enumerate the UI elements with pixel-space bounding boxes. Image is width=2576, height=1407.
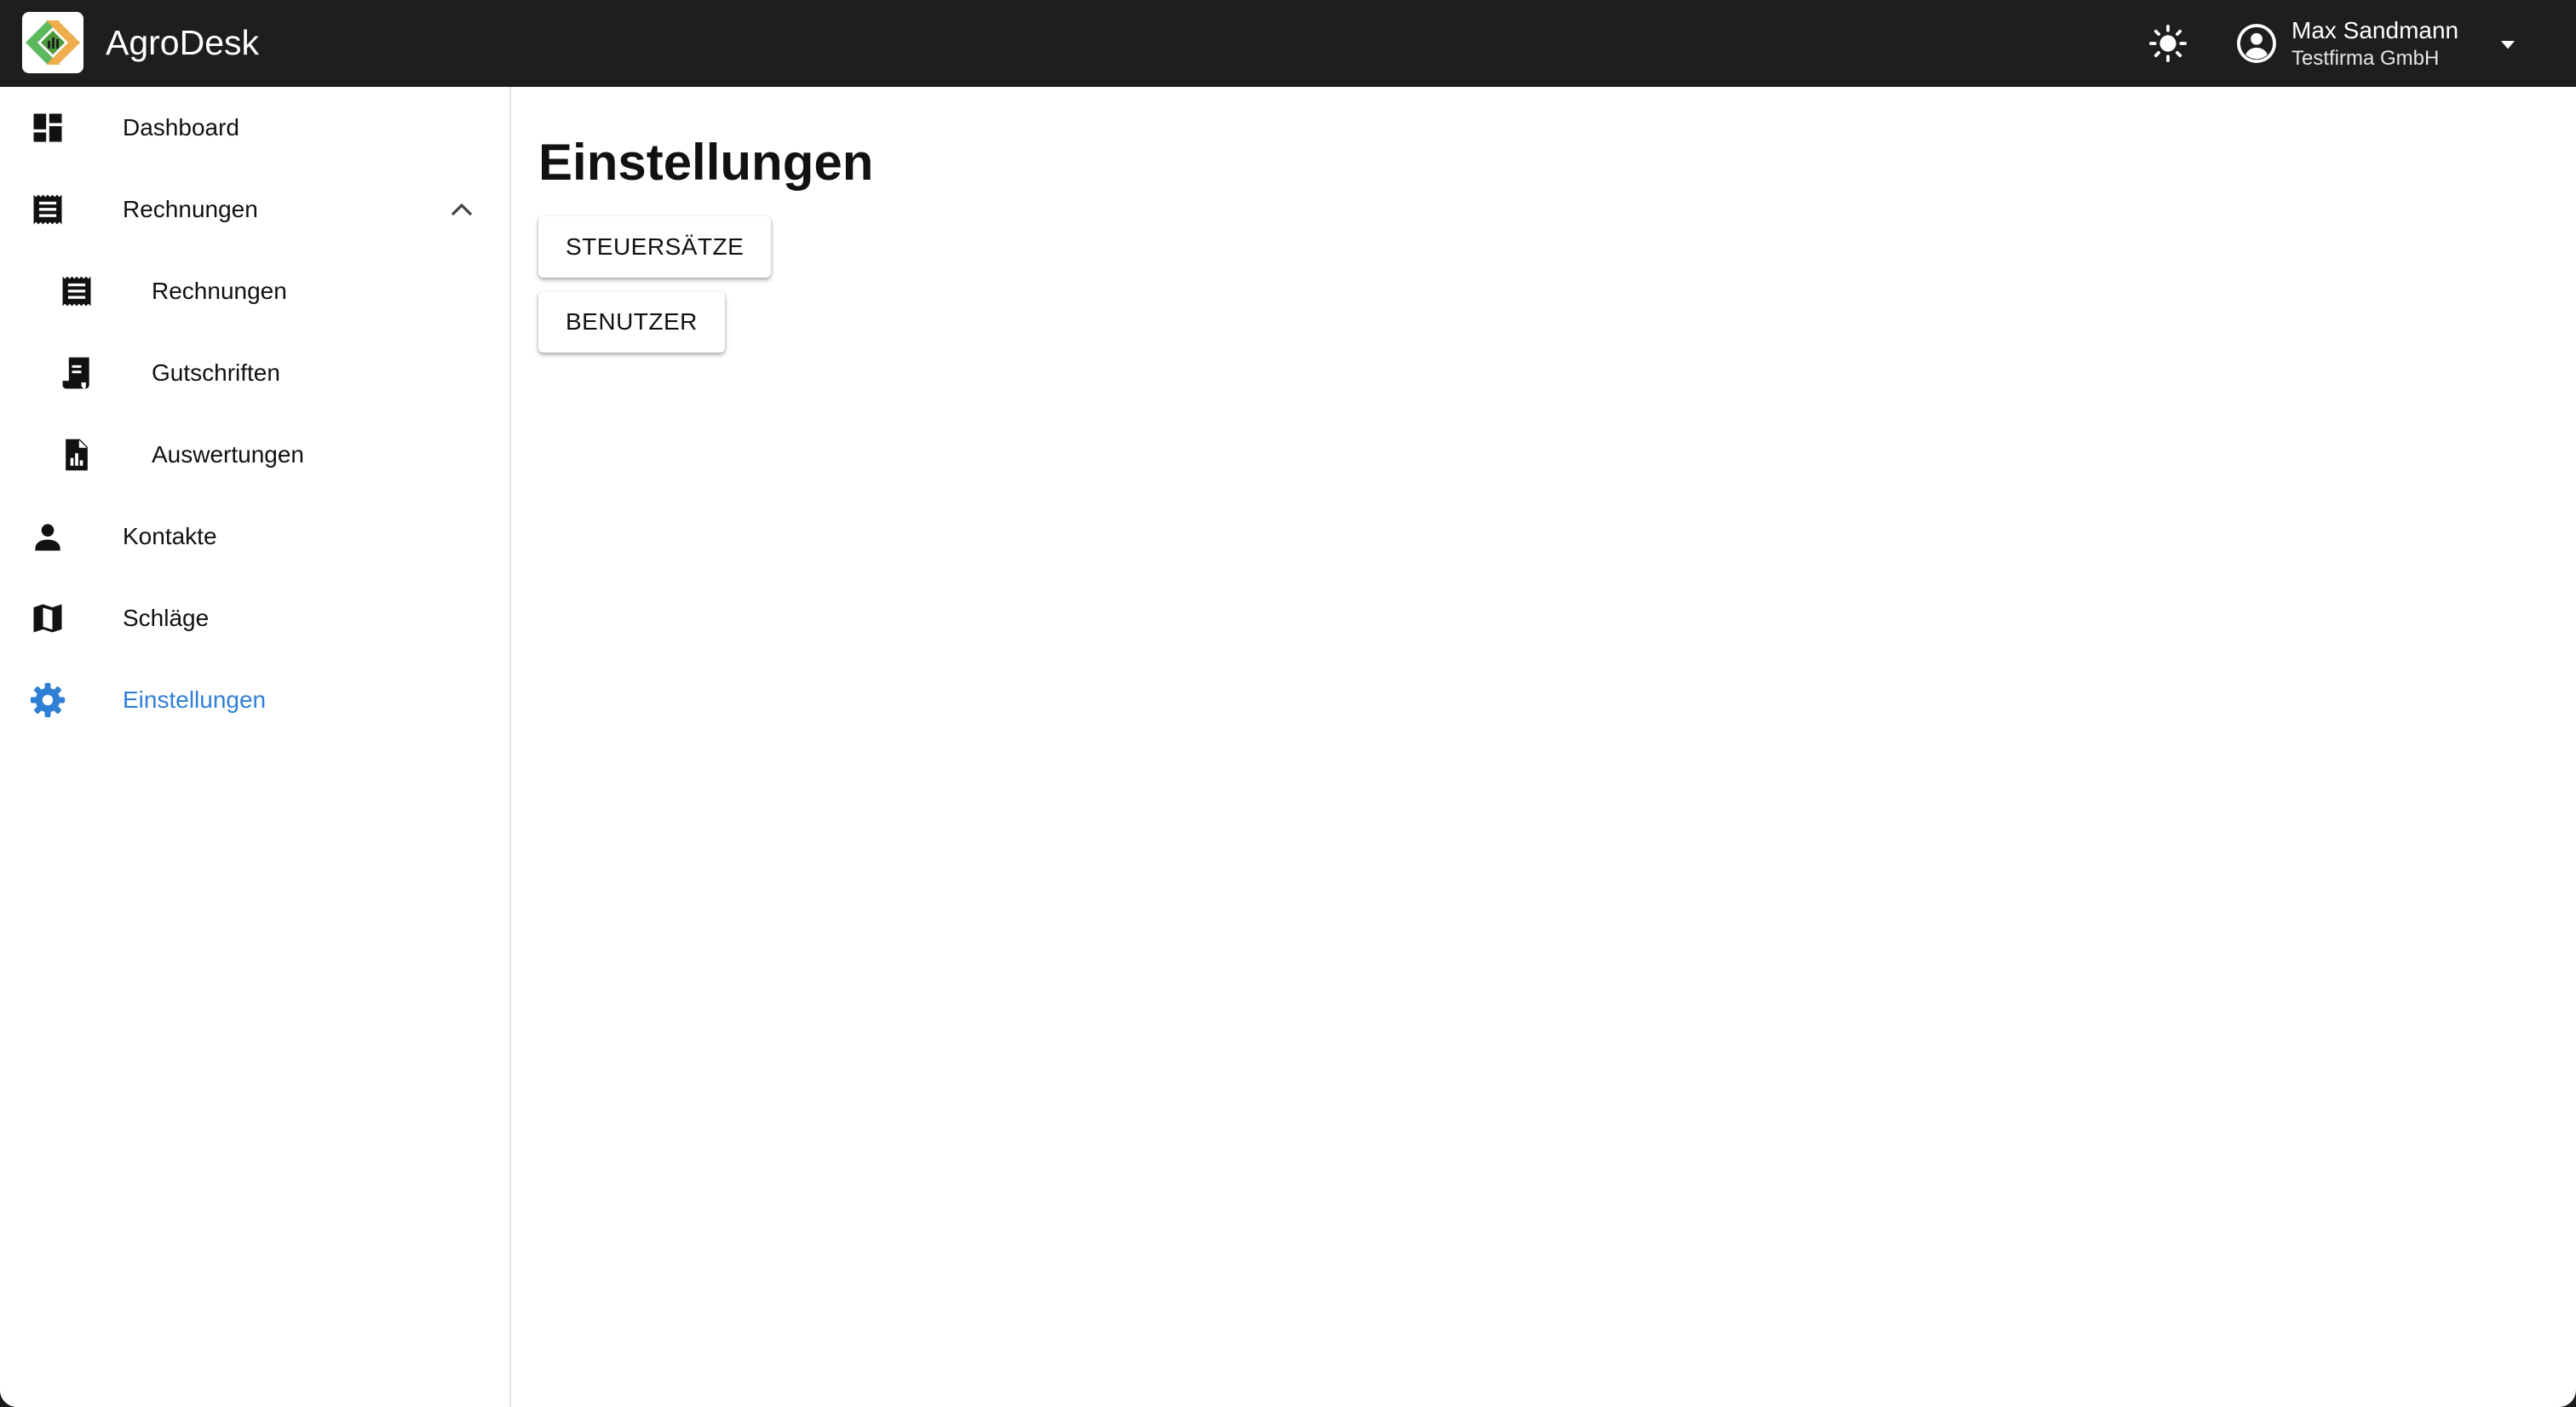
brightness-icon xyxy=(2148,24,2188,63)
report-icon xyxy=(56,434,97,475)
sidebar-item-label: Kontakte xyxy=(123,523,217,549)
sidebar-item-einstellungen[interactable]: Einstellungen xyxy=(0,659,509,741)
sidebar-item-label: Einstellungen xyxy=(123,686,267,713)
app-title: AgroDesk xyxy=(106,23,260,62)
user-name: Max Sandmann xyxy=(2291,17,2459,43)
main-content: Einstellungen STEUERSÄTZE BENUTZER xyxy=(511,87,2576,1407)
sidebar-item-kontakte[interactable]: Kontakte xyxy=(0,496,509,577)
benutzer-button[interactable]: BENUTZER xyxy=(538,291,725,353)
top-bar: AgroDesk Max Sandmann Testfirma GmbH xyxy=(0,0,2576,87)
receipt-icon xyxy=(27,189,68,230)
chevron-up-icon[interactable] xyxy=(445,192,479,227)
account-circle-icon xyxy=(2237,24,2276,63)
sidebar-item-label: Gutschriften xyxy=(152,359,280,386)
page-title: Einstellungen xyxy=(538,134,874,191)
dashboard-icon xyxy=(27,107,68,148)
sidebar: Dashboard Rechnungen Rechnungen Gutschri… xyxy=(0,87,511,1407)
receipt-icon xyxy=(56,271,97,312)
credit-note-icon xyxy=(56,353,97,393)
sidebar-item-dashboard[interactable]: Dashboard xyxy=(0,87,509,169)
agrodesk-logo[interactable] xyxy=(22,12,83,73)
app-window: AgroDesk Max Sandmann Testfirma GmbH Das… xyxy=(0,0,2576,1407)
sidebar-item-label: Dashboard xyxy=(123,114,239,141)
sidebar-item-label: Schläge xyxy=(123,605,210,631)
user-menu[interactable]: Max Sandmann Testfirma GmbH xyxy=(2235,10,2516,77)
sidebar-item-auswertungen[interactable]: Auswertungen xyxy=(0,414,509,496)
gear-icon xyxy=(27,680,68,721)
theme-toggle-button[interactable] xyxy=(2147,22,2189,65)
sidebar-item-label: Auswertungen xyxy=(152,441,305,468)
sidebar-item-gutschriften[interactable]: Gutschriften xyxy=(0,332,509,414)
sidebar-item-rechnungen-group[interactable]: Rechnungen xyxy=(0,169,509,250)
sidebar-item-label: Rechnungen xyxy=(152,278,287,304)
steuersaetze-button[interactable]: STEUERSÄTZE xyxy=(538,216,772,278)
map-icon xyxy=(27,598,68,639)
person-icon xyxy=(27,516,68,557)
sidebar-item-schlaege[interactable]: Schläge xyxy=(0,577,509,659)
sidebar-item-label: Rechnungen xyxy=(123,196,258,222)
user-company: Testfirma GmbH xyxy=(2291,47,2440,70)
caret-down-icon[interactable] xyxy=(2494,31,2521,58)
sidebar-item-rechnungen[interactable]: Rechnungen xyxy=(0,250,509,332)
